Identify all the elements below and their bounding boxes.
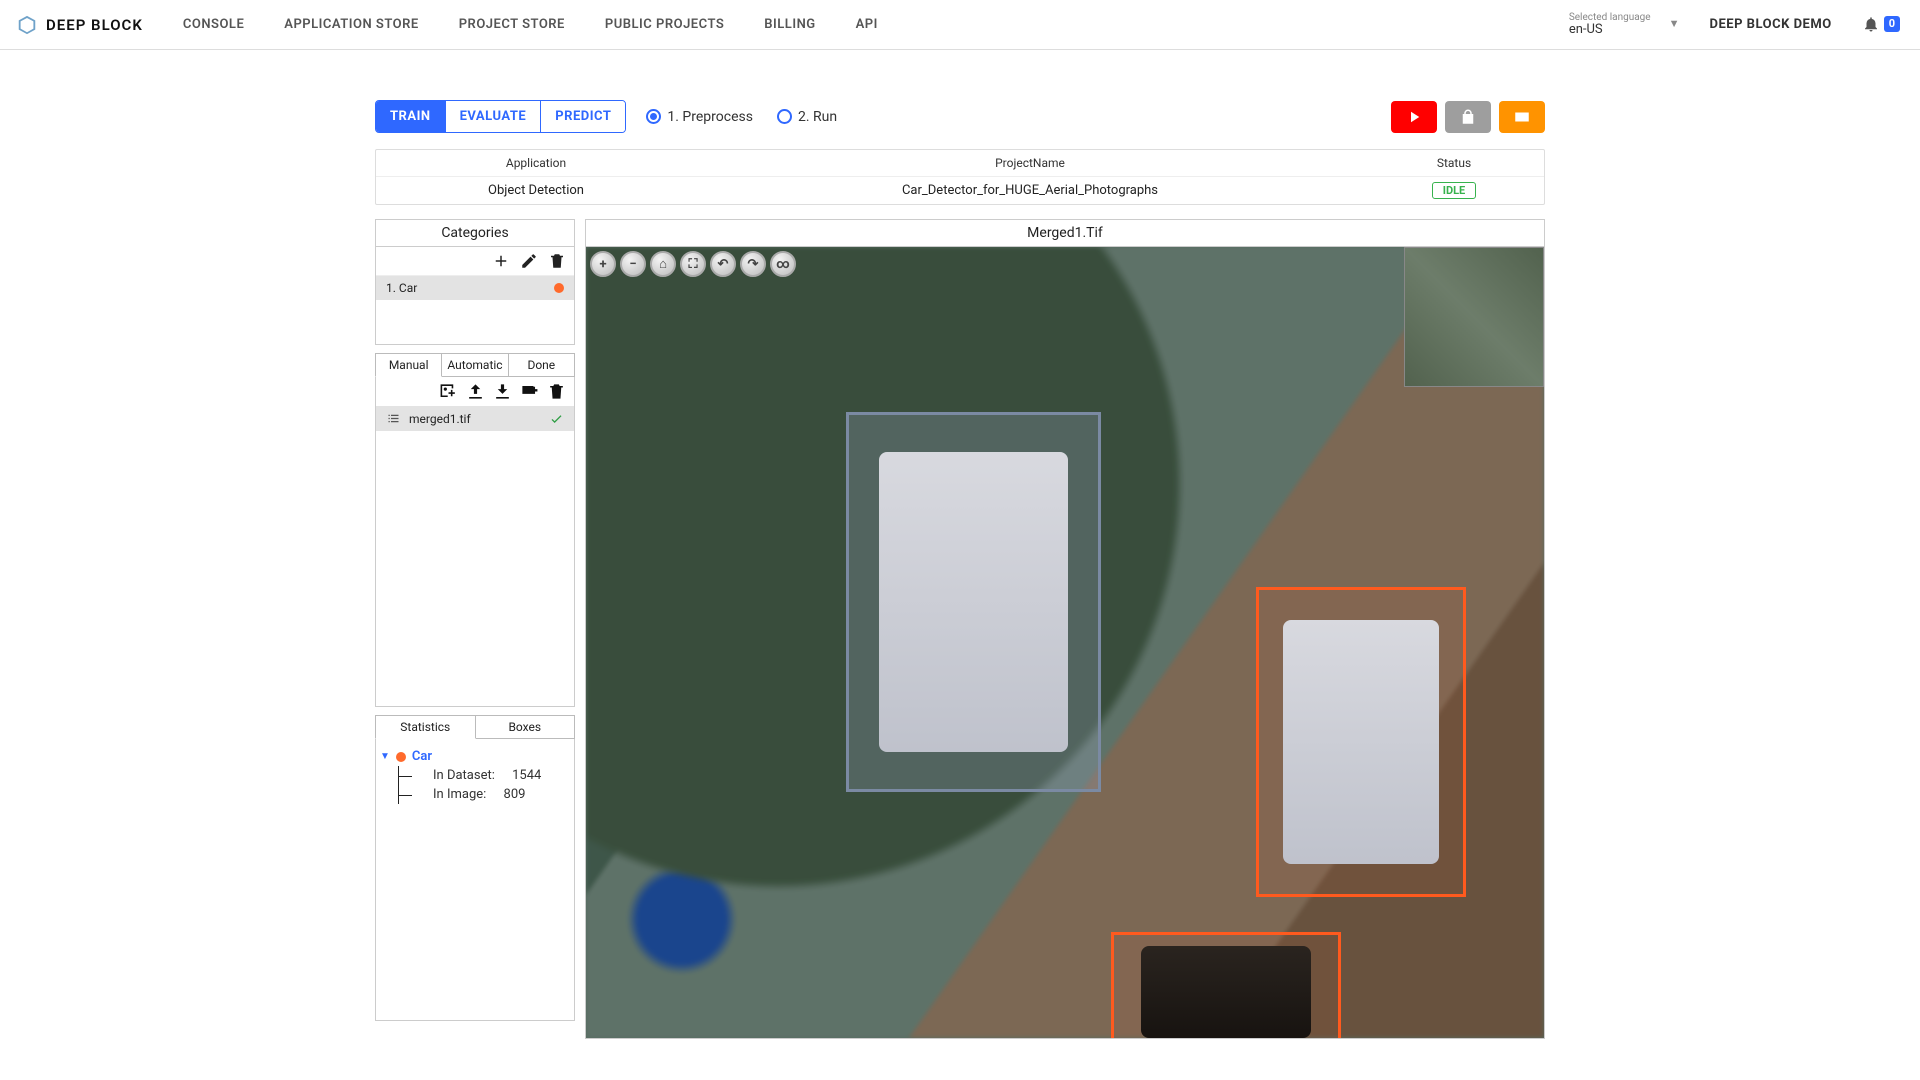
mode-tab-train[interactable]: TRAIN xyxy=(376,101,446,132)
stat-in-image: In Image: 809 xyxy=(399,785,570,804)
project-info-table: Application ProjectName Status Object De… xyxy=(375,149,1545,205)
annotation-box-selected[interactable] xyxy=(1256,587,1466,897)
file-name: merged1.tif xyxy=(409,412,471,426)
car-shape xyxy=(1141,946,1311,1037)
stats-panel-wrapper: Statistics Boxes ▼ Car In Dataset: 1544 xyxy=(375,715,575,1021)
projectname-value: Car_Detector_for_HUGE_Aerial_Photographs xyxy=(696,177,1364,204)
nav-public-projects[interactable]: PUBLIC PROJECTS xyxy=(605,17,724,32)
notifications-button[interactable]: 0 xyxy=(1862,15,1900,33)
viewer-toolbar: + − ⌂ ⛶ ↶ ↷ ∞ xyxy=(590,251,796,277)
mode-tab-evaluate[interactable]: EVALUATE xyxy=(446,101,542,132)
add-image-button[interactable] xyxy=(439,382,458,401)
file-item[interactable]: merged1.tif xyxy=(376,406,574,431)
keyboard-shortcuts-button[interactable] xyxy=(1499,101,1545,133)
category-color-dot xyxy=(554,283,564,293)
nav-api[interactable]: API xyxy=(856,17,878,32)
rotate-left-button[interactable]: ↶ xyxy=(710,251,736,277)
step-preprocess[interactable]: 1. Preprocess xyxy=(646,109,753,125)
nav-billing[interactable]: BILLING xyxy=(764,17,815,32)
stat-in-dataset: In Dataset: 1544 xyxy=(399,766,570,785)
lock-icon xyxy=(1459,108,1477,126)
canvas-panel: Merged1.Tif + − xyxy=(585,219,1545,1039)
categories-title: Categories xyxy=(376,220,574,247)
delete-category-button[interactable] xyxy=(548,252,566,270)
chevron-down-icon: ▼ xyxy=(380,751,390,762)
language-selector[interactable]: Selected language en-US ▼ xyxy=(1569,12,1680,37)
annotation-box[interactable] xyxy=(1111,932,1341,1038)
stats-tab-statistics[interactable]: Statistics xyxy=(375,715,476,739)
nav-application-store[interactable]: APPLICATION STORE xyxy=(284,17,418,32)
col-status-header: Status xyxy=(1364,150,1544,176)
radio-off-icon xyxy=(777,109,792,124)
download-button[interactable] xyxy=(493,382,512,401)
car-shape xyxy=(1283,620,1438,863)
brand-logo[interactable]: DEEP BLOCK xyxy=(16,14,143,36)
category-item-car[interactable]: 1. Car xyxy=(376,276,574,300)
user-name[interactable]: DEEP BLOCK DEMO xyxy=(1710,17,1832,32)
brand-name: DEEP BLOCK xyxy=(46,16,143,34)
step-run[interactable]: 2. Run xyxy=(777,109,837,125)
mode-tab-predict[interactable]: PREDICT xyxy=(541,101,625,132)
zoom-out-button[interactable]: − xyxy=(620,251,646,277)
canvas-title: Merged1.Tif xyxy=(586,220,1544,247)
annotation-box[interactable] xyxy=(846,412,1101,792)
application-value: Object Detection xyxy=(376,177,696,204)
mode-toolbar: TRAIN EVALUATE PREDICT 1. Preprocess 2. … xyxy=(375,100,1545,133)
class-name: Car xyxy=(412,749,432,764)
col-projectname-header: ProjectName xyxy=(696,150,1364,176)
chevron-down-icon: ▼ xyxy=(1669,18,1680,30)
keyboard-icon xyxy=(1513,108,1531,126)
car-shape xyxy=(879,452,1068,751)
main-nav: CONSOLE APPLICATION STORE PROJECT STORE … xyxy=(183,17,878,32)
files-panel-wrapper: Manual Automatic Done xyxy=(375,353,575,707)
nav-console[interactable]: CONSOLE xyxy=(183,17,244,32)
logo-icon xyxy=(16,14,38,36)
check-icon xyxy=(549,411,564,426)
mode-tabs: TRAIN EVALUATE PREDICT xyxy=(375,100,626,133)
play-icon xyxy=(1405,108,1423,126)
categories-panel: Categories 1. Car xyxy=(375,219,575,345)
minimap[interactable] xyxy=(1404,247,1544,387)
col-application-header: Application xyxy=(376,150,696,176)
stats-class-row[interactable]: ▼ Car xyxy=(380,749,570,764)
lock-button[interactable] xyxy=(1445,101,1491,133)
zoom-in-button[interactable]: + xyxy=(590,251,616,277)
notifications-count: 0 xyxy=(1884,16,1900,32)
link-view-button[interactable]: ∞ xyxy=(770,251,796,277)
play-video-button[interactable] xyxy=(1391,101,1437,133)
import-set-button[interactable] xyxy=(520,382,539,401)
language-value: en-US xyxy=(1569,23,1651,37)
class-color-dot xyxy=(396,752,406,762)
radio-on-icon xyxy=(646,109,661,124)
bell-icon xyxy=(1862,15,1880,33)
app-header: DEEP BLOCK CONSOLE APPLICATION STORE PRO… xyxy=(0,0,1920,50)
files-tab-automatic[interactable]: Automatic xyxy=(441,353,508,377)
upload-button[interactable] xyxy=(466,382,485,401)
stats-tab-boxes[interactable]: Boxes xyxy=(475,715,576,739)
fullscreen-button[interactable]: ⛶ xyxy=(680,251,706,277)
status-badge: IDLE xyxy=(1432,182,1477,199)
list-icon xyxy=(386,411,401,426)
files-tab-manual[interactable]: Manual xyxy=(375,353,442,377)
nav-project-store[interactable]: PROJECT STORE xyxy=(459,17,565,32)
home-view-button[interactable]: ⌂ xyxy=(650,251,676,277)
files-tab-done[interactable]: Done xyxy=(508,353,575,377)
add-category-button[interactable] xyxy=(492,252,510,270)
image-viewport[interactable]: + − ⌂ ⛶ ↶ ↷ ∞ xyxy=(586,247,1544,1038)
rotate-right-button[interactable]: ↷ xyxy=(740,251,766,277)
delete-file-button[interactable] xyxy=(547,382,566,401)
edit-category-button[interactable] xyxy=(520,252,538,270)
